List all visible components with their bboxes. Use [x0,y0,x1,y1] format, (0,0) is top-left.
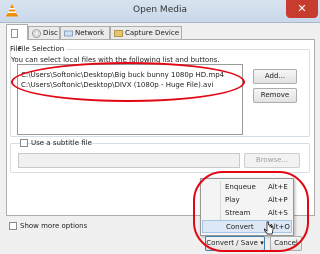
network-icon [64,30,73,36]
tab-network[interactable]: Network [60,26,110,39]
tab-network-label: Network [75,29,105,37]
subtitle-checkbox[interactable] [20,139,28,147]
disc-icon [32,28,41,38]
file-selection-legend: File Selection [16,45,67,53]
subtitle-file-input [18,153,240,168]
tab-file[interactable]: File [6,24,28,53]
tab-capture-device-label: Capture Device [125,29,179,37]
close-icon: ✕ [297,2,307,15]
tab-disc-label: Disc [43,29,58,37]
capture-device-icon [114,29,123,37]
close-button[interactable]: ✕ [286,0,318,18]
show-more-options-checkbox[interactable] [9,222,17,230]
tab-capture-device[interactable]: Capture Device [110,26,182,39]
open-media-dialog: Open Media ✕ File Disc Network Capture D… [0,0,320,254]
add-button[interactable]: Add... [253,69,297,84]
remove-button[interactable]: Remove [253,88,297,103]
mouse-cursor-icon [264,221,274,235]
title-bar: Open Media ✕ [0,0,320,23]
subtitle-checkbox-label: Use a subtitle file [31,139,92,147]
menu-highlight-annotation [193,171,309,252]
window-title: Open Media [133,5,187,15]
files-highlight-annotation [11,62,245,102]
show-more-options-label: Show more options [20,222,88,230]
tab-disc[interactable]: Disc [28,26,60,39]
file-icon [11,28,18,38]
browse-button[interactable]: Browse... [244,153,300,168]
tab-file-label: File [10,45,22,53]
